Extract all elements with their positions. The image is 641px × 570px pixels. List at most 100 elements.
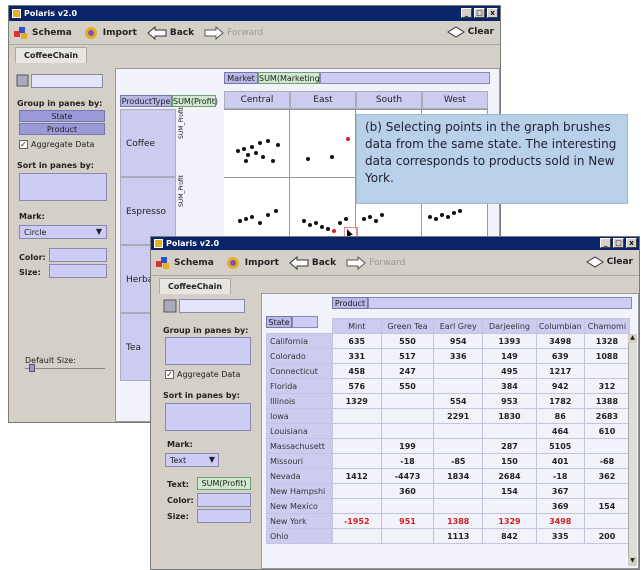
scatter-point[interactable] bbox=[326, 227, 330, 231]
scatter-point[interactable] bbox=[332, 229, 336, 233]
back-group-item-product[interactable]: Product bbox=[19, 123, 105, 135]
scatter-point[interactable] bbox=[276, 143, 280, 147]
front-sort-shelf[interactable] bbox=[165, 403, 251, 431]
back-field-selector[interactable] bbox=[31, 74, 103, 88]
scatter-point[interactable] bbox=[314, 221, 318, 225]
scatter-point[interactable] bbox=[458, 209, 462, 213]
tab-coffeechain[interactable]: CoffeeChain bbox=[15, 47, 88, 63]
table-row[interactable]: Nevada 1412 -4473 1834 2684 -18 362 bbox=[266, 468, 631, 484]
scatter-point[interactable] bbox=[344, 217, 348, 221]
front-field-selector[interactable] bbox=[179, 299, 245, 313]
table-row[interactable]: Ohio 1113 842 335 200 bbox=[266, 528, 631, 544]
front-text-shelf[interactable]: SUM(Profit) bbox=[197, 477, 251, 490]
table-row-header[interactable]: Connecticut bbox=[266, 363, 333, 379]
scatter-point[interactable] bbox=[320, 225, 324, 229]
maximize-button[interactable]: □ bbox=[474, 8, 485, 18]
table-row[interactable]: New Hampshi 360 154 367 bbox=[266, 483, 631, 499]
table-row[interactable]: Connecticut 458 247 495 1217 bbox=[266, 363, 631, 379]
table-row-header[interactable]: Louisiana bbox=[266, 423, 333, 439]
tab-coffeechain[interactable]: CoffeeChain bbox=[159, 278, 232, 294]
scatter-point[interactable] bbox=[308, 223, 312, 227]
forward-button[interactable]: Forward bbox=[346, 255, 405, 270]
table-row[interactable]: Missouri -18 -85 150 401 -68 bbox=[266, 453, 631, 469]
table-row-header[interactable]: Colorado bbox=[266, 348, 333, 364]
back-color-shelf[interactable] bbox=[49, 248, 107, 262]
front-color-shelf[interactable] bbox=[197, 493, 251, 507]
scroll-up-icon[interactable]: ▲ bbox=[628, 334, 637, 343]
back-sort-shelf[interactable] bbox=[19, 173, 107, 201]
scatter-point[interactable] bbox=[306, 157, 310, 161]
front-mark-select[interactable]: Text ▼ bbox=[165, 453, 219, 467]
back-mark-select[interactable]: Circle ▼ bbox=[19, 225, 107, 239]
forward-button[interactable]: Forward bbox=[204, 25, 263, 40]
scatter-point[interactable] bbox=[271, 159, 275, 163]
table-row-header[interactable]: New Hampshi bbox=[266, 483, 333, 499]
table-row-header[interactable]: Ohio bbox=[266, 528, 333, 544]
back-button[interactable]: Back bbox=[147, 25, 194, 40]
import-button[interactable]: Import bbox=[224, 255, 279, 271]
scatter-point[interactable] bbox=[244, 159, 248, 163]
back-group-item-state[interactable]: State bbox=[19, 110, 105, 122]
scatter-point[interactable] bbox=[246, 153, 250, 157]
scatter-point[interactable] bbox=[428, 215, 432, 219]
table-row-header[interactable]: California bbox=[266, 333, 333, 349]
table-row-header[interactable]: Missouri bbox=[266, 453, 333, 469]
import-button[interactable]: Import bbox=[82, 25, 137, 41]
table-row[interactable]: Illinois 1329 554 953 1782 1388 bbox=[266, 393, 631, 409]
scatter-point[interactable] bbox=[266, 139, 270, 143]
minimize-button[interactable]: _ bbox=[461, 8, 472, 18]
scroll-down-icon[interactable]: ▼ bbox=[628, 557, 637, 566]
scatter-point[interactable] bbox=[446, 215, 450, 219]
scatter-point[interactable] bbox=[244, 217, 248, 221]
scatter-point[interactable] bbox=[346, 137, 350, 141]
front-group-shelf[interactable] bbox=[165, 337, 251, 365]
clear-button[interactable]: Clear bbox=[446, 26, 494, 38]
scatter-point[interactable] bbox=[452, 211, 456, 215]
back-size-shelf[interactable] bbox=[49, 264, 107, 278]
scatter-point[interactable] bbox=[261, 155, 265, 159]
scatter-point[interactable] bbox=[380, 213, 384, 217]
scatter-point[interactable] bbox=[440, 213, 444, 217]
front-columns-shelf[interactable] bbox=[368, 297, 632, 309]
close-button[interactable]: x bbox=[487, 8, 498, 18]
scatter-point[interactable] bbox=[338, 221, 342, 225]
scatter-point[interactable] bbox=[274, 209, 278, 213]
scatter-point[interactable] bbox=[362, 217, 366, 221]
maximize-button[interactable]: □ bbox=[613, 238, 624, 248]
back-size-slider[interactable] bbox=[25, 368, 105, 369]
scatter-point[interactable] bbox=[434, 217, 438, 221]
clear-button[interactable]: Clear bbox=[585, 256, 633, 268]
front-aggregate-checkbox[interactable]: ✓ Aggregate Data bbox=[165, 370, 240, 379]
table-row[interactable]: Florida 576 550 384 942 312 bbox=[266, 378, 631, 394]
table-row-header[interactable]: New York bbox=[266, 513, 333, 529]
back-button[interactable]: Back bbox=[289, 255, 336, 270]
front-shelf-product[interactable]: Product bbox=[332, 297, 368, 309]
scatter-point[interactable] bbox=[258, 221, 262, 225]
scatter-point[interactable] bbox=[236, 149, 240, 153]
scatter-point[interactable] bbox=[254, 151, 258, 155]
slider-handle-icon[interactable] bbox=[29, 364, 35, 372]
scatter-point[interactable] bbox=[250, 145, 254, 149]
table-row-header[interactable]: Iowa bbox=[266, 408, 333, 424]
scatter-point[interactable] bbox=[266, 213, 270, 217]
scatter-point[interactable] bbox=[238, 219, 242, 223]
table-row-header[interactable]: New Mexico bbox=[266, 498, 333, 514]
table-row[interactable]: California 635 550 954 1393 3498 1328 bbox=[266, 333, 631, 349]
scatter-point[interactable] bbox=[368, 215, 372, 219]
scatter-point[interactable] bbox=[258, 141, 262, 145]
schema-button[interactable]: Schema bbox=[13, 25, 72, 41]
table-row[interactable]: New York -1952 951 1388 1329 3498 bbox=[266, 513, 631, 529]
front-size-shelf[interactable] bbox=[197, 509, 251, 523]
scatter-point[interactable] bbox=[242, 147, 246, 151]
table-row-header[interactable]: Nevada bbox=[266, 468, 333, 484]
table-row-header[interactable]: Massachusett bbox=[266, 438, 333, 454]
table-row[interactable]: Massachusett 199 287 5105 bbox=[266, 438, 631, 454]
table-row-header[interactable]: Florida bbox=[266, 378, 333, 394]
minimize-button[interactable]: _ bbox=[600, 238, 611, 248]
close-button[interactable]: x bbox=[626, 238, 637, 248]
scatter-point[interactable] bbox=[330, 155, 334, 159]
schema-button[interactable]: Schema bbox=[155, 255, 214, 271]
table-row[interactable]: Colorado 331 517 336 149 639 1088 bbox=[266, 348, 631, 364]
scatter-point[interactable] bbox=[302, 219, 306, 223]
table-row[interactable]: New Mexico 369 154 bbox=[266, 498, 631, 514]
